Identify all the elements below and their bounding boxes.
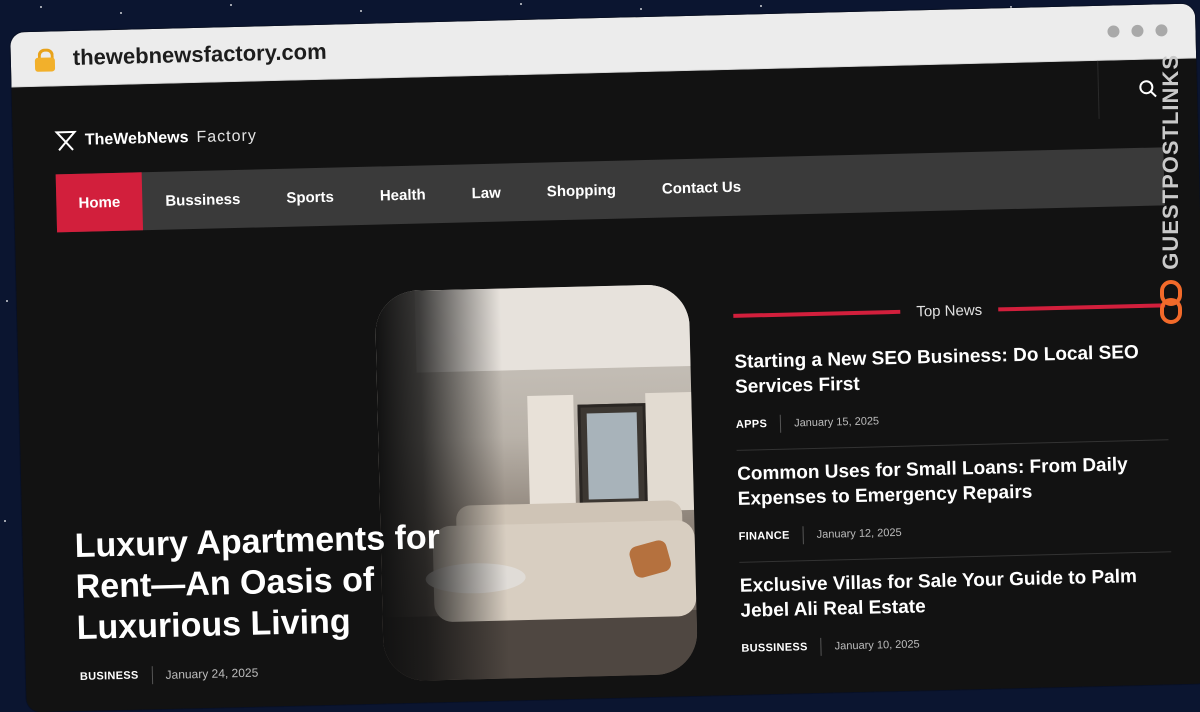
meta-separator (820, 637, 822, 656)
news-date: January 10, 2025 (834, 638, 920, 653)
nav-item-shopping[interactable]: Shopping (523, 160, 640, 221)
hero-title[interactable]: Luxury Apartments for Rent—An Oasis of L… (74, 517, 447, 649)
nav-item-bussiness[interactable]: Bussiness (142, 169, 264, 230)
logo-text-light: Factory (196, 127, 258, 146)
news-title[interactable]: Exclusive Villas for Sale Your Guide to … (740, 563, 1173, 624)
nav-item-sports[interactable]: Sports (263, 167, 358, 227)
news-item: Starting a New SEO Business: Do Local SE… (734, 339, 1169, 451)
window-controls (1107, 24, 1168, 38)
news-category[interactable]: APPS (736, 418, 767, 431)
news-title[interactable]: Common Uses for Small Loans: From Daily … (737, 451, 1170, 512)
news-item: Common Uses for Small Loans: From Daily … (737, 451, 1172, 563)
window-dot-icon[interactable] (1131, 24, 1144, 38)
website: TheWebNews Factory Home Bussiness Sports … (11, 58, 1200, 712)
watermark-brand: GUESTPOSTLINKS (1156, 54, 1186, 324)
browser-window: thewebnewsfactory.com TheWebNews Factory … (10, 3, 1200, 712)
news-divider (736, 439, 1169, 451)
meta-separator (151, 666, 153, 685)
news-title[interactable]: Starting a New SEO Business: Do Local SE… (734, 339, 1167, 400)
window-dot-icon[interactable] (1107, 25, 1120, 38)
news-category[interactable]: BUSSINESS (741, 641, 808, 655)
logo-mark-icon (54, 130, 77, 151)
hero-date: January 24, 2025 (165, 665, 259, 682)
news-date: January 15, 2025 (793, 415, 880, 430)
heading-rule (998, 303, 1166, 312)
meta-separator (779, 414, 782, 433)
nav-item-health[interactable]: Health (356, 165, 449, 225)
hero-category[interactable]: BUSINESS (80, 670, 139, 683)
url-text[interactable]: thewebnewsfactory.com (73, 39, 327, 71)
nav-item-law[interactable]: Law (448, 163, 525, 223)
news-divider (739, 551, 1172, 563)
hero-meta: BUSINESS January 24, 2025 (80, 664, 259, 686)
lock-icon (34, 48, 56, 72)
site-logo[interactable]: TheWebNews Factory (54, 125, 258, 152)
logo-text-bold: TheWebNews (84, 129, 189, 149)
watermark-text: GUESTPOSTLINKS (1158, 54, 1183, 270)
top-news-heading: Top News (733, 293, 1166, 328)
nav-item-contact-us[interactable]: Contact Us (638, 157, 765, 218)
news-item: Exclusive Villas for Sale Your Guide to … (740, 563, 1174, 658)
top-news-label: Top News (916, 301, 983, 320)
chain-link-icon (1160, 279, 1182, 324)
news-date: January 12, 2025 (816, 526, 902, 541)
window-dot-icon[interactable] (1155, 24, 1168, 37)
nav-item-home[interactable]: Home (55, 172, 144, 233)
heading-rule (733, 309, 901, 318)
meta-separator (802, 526, 804, 545)
main-nav: Home Bussiness Sports Health Law Shoppin… (55, 147, 1165, 233)
news-category[interactable]: FINANCE (739, 530, 790, 543)
